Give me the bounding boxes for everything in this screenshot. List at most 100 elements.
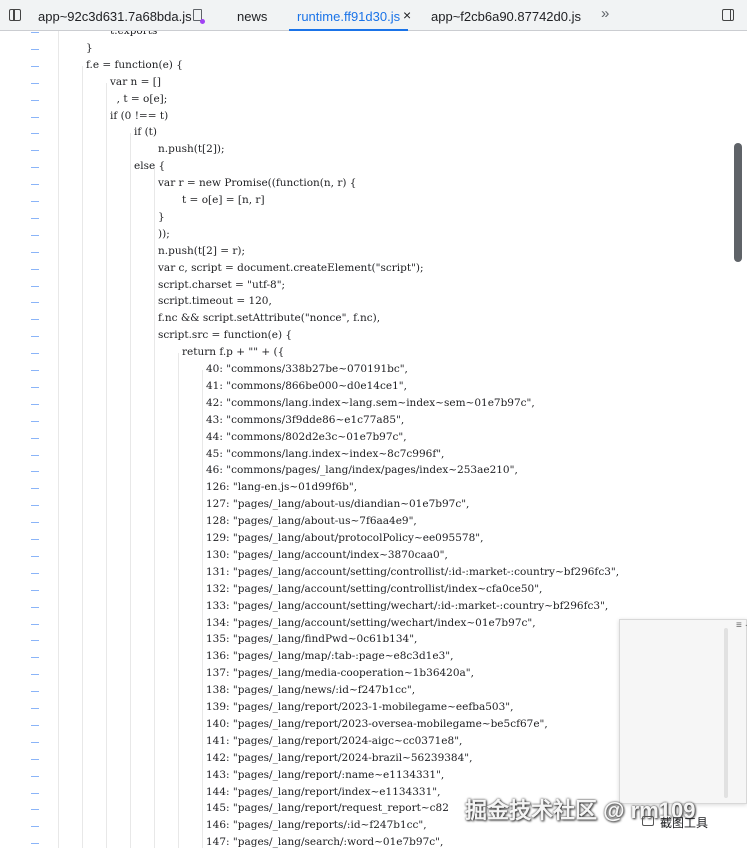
code-line[interactable]: 41: "commons/866be000~d0e14ce1", [206,378,407,395]
gutter-marker [31,251,39,253]
code-line[interactable]: script.src = function(e) { [158,327,292,344]
gutter-marker [31,48,39,50]
gutter-marker [31,32,39,33]
gutter-marker [31,623,39,625]
tab-runtime[interactable]: runtime.ff91d30.js [288,0,409,31]
gutter-marker [31,657,39,659]
code-line[interactable]: 126: "lang-en.js~01d99f6b", [206,479,357,496]
vertical-scrollbar-thumb[interactable] [734,143,742,262]
gutter-marker [31,826,39,828]
tab-bar: app~92c3d631.7a68bda.js news runtime.ff9… [0,0,747,31]
more-tabs-icon[interactable]: » [601,5,610,22]
tab-app-92c3[interactable]: app~92c3d631.7a68bda.js [38,0,192,31]
gutter-marker [31,691,39,693]
gutter-marker [31,555,39,557]
screenshot-tool-icon[interactable] [642,816,654,826]
code-line[interactable]: 133: "pages/_lang/account/setting/wechar… [206,598,608,615]
code-line[interactable]: 40: "commons/338b27be~070191bc", [206,361,408,378]
code-line[interactable]: 127: "pages/_lang/about-us/diandian~01e7… [206,496,469,513]
floating-panel-scrollbar[interactable] [724,628,728,798]
gutter-marker [31,809,39,811]
code-line[interactable]: 46: "commons/pages/_lang/index/pages/ind… [206,462,518,479]
gutter-marker [31,167,39,169]
code-line[interactable]: 44: "commons/802d2e3c~01e7b97c", [206,429,407,446]
indent-guide [178,353,179,848]
code-line[interactable]: 144: "pages/_lang/report/index~e1134331"… [206,784,440,801]
code-line[interactable]: var c, script = document.createElement("… [158,260,424,277]
gutter-marker [31,488,39,490]
code-line[interactable]: 43: "commons/3f9dde86~e1c77a85", [206,412,404,429]
floating-panel-label: ≡ · [736,620,747,631]
code-line[interactable]: } [86,40,93,57]
file-icon [193,9,205,24]
gutter-marker [31,640,39,642]
gutter-marker [31,217,39,219]
code-line[interactable]: 131: "pages/_lang/account/setting/contro… [206,564,619,581]
code-line[interactable]: 141: "pages/_lang/report/2024-aigc~cc037… [206,733,462,750]
code-line[interactable]: script.charset = "utf-8"; [158,277,285,294]
code-line[interactable]: 128: "pages/_lang/about-us~7f6aa4e9", [206,513,417,530]
indent-guide [202,370,203,848]
gutter-marker [31,386,39,388]
gutter-marker [31,843,39,845]
code-line[interactable]: 143: "pages/_lang/report/:name~e1134331"… [206,767,444,784]
sidebar-toggle-icon[interactable] [9,9,21,21]
code-line[interactable]: var r = new Promise((function(n, r) { [158,175,356,192]
code-line[interactable]: } [158,209,165,226]
code-line[interactable]: 147: "pages/_lang/search/:word~01e7b97c"… [206,834,443,848]
code-line[interactable]: n.push(t[2] = r); [158,243,245,260]
code-line[interactable]: f.nc && script.setAttribute("nonce", f.n… [158,310,380,327]
panel-toggle-icon[interactable] [722,9,734,21]
code-line[interactable]: if (0 !== t) [110,108,168,125]
gutter-marker [31,302,39,304]
code-line[interactable]: return f.p + "" + ({ [182,344,284,361]
floating-panel[interactable]: ≡ · [619,619,747,804]
code-line[interactable]: t.exports [110,31,157,40]
code-line[interactable]: 134: "pages/_lang/account/setting/wechar… [206,615,536,632]
gutter-marker [31,319,39,321]
code-line[interactable]: 135: "pages/_lang/findPwd~0c61b134", [206,631,417,648]
code-line[interactable]: t = o[e] = [n, r] [182,192,265,209]
code-line[interactable]: 132: "pages/_lang/account/setting/contro… [206,581,542,598]
code-line[interactable]: n.push(t[2]); [158,141,225,158]
gutter-marker [31,403,39,405]
gutter-marker [31,674,39,676]
code-line[interactable]: 145: "pages/_lang/report/request_report~… [206,800,449,817]
code-line[interactable]: var n = [] [110,74,161,91]
code-line[interactable]: 146: "pages/_lang/reports/:id~f247b1cc", [206,817,427,834]
gutter-marker [31,116,39,118]
code-line[interactable]: else { [134,158,165,175]
code-line[interactable]: 42: "commons/lang.index~lang.sem~index~s… [206,395,535,412]
gutter-marker [31,792,39,794]
indent-guide [58,31,59,848]
gutter-marker [31,775,39,777]
code-line[interactable]: 142: "pages/_lang/report/2024-brazil~562… [206,750,472,767]
gutter-marker [31,370,39,371]
code-line[interactable]: , t = o[e]; [110,91,168,108]
code-line[interactable]: 130: "pages/_lang/account/index~3870caa0… [206,547,448,564]
indent-guide [154,167,155,848]
gutter-marker [31,539,39,540]
gutter-marker [31,150,39,152]
code-line[interactable]: if (t) [134,124,157,141]
code-line[interactable]: 136: "pages/_lang/map/:tab-:page~e8c3d1e… [206,648,453,665]
gutter-marker [31,336,39,338]
code-line[interactable]: script.timeout = 120, [158,293,272,310]
code-line[interactable]: )); [158,226,170,243]
code-line[interactable]: 140: "pages/_lang/report/2023-oversea-mo… [206,716,548,733]
close-icon[interactable]: × [403,6,411,24]
indent-guide [82,66,83,848]
indent-guide [130,133,131,848]
code-line[interactable]: 137: "pages/_lang/media-cooperation~1b36… [206,665,474,682]
gutter-marker [31,201,39,202]
tab-app-f2cb[interactable]: app~f2cb6a90.87742d0.js [431,0,581,31]
code-line[interactable]: f.e = function(e) { [86,57,183,74]
screenshot-tool-label[interactable]: 截图工具 [660,814,708,831]
gutter-marker [31,606,39,608]
code-line[interactable]: 45: "commons/lang.index~index~8c7c996f", [206,446,444,463]
code-line[interactable]: 138: "pages/_lang/news/:id~f247b1cc", [206,682,415,699]
tab-news[interactable]: news [237,0,267,31]
code-line[interactable]: 129: "pages/_lang/about/protocolPolicy~e… [206,530,483,547]
code-line[interactable]: 139: "pages/_lang/report/2023-1-mobilega… [206,699,513,716]
gutter-marker [31,724,39,726]
